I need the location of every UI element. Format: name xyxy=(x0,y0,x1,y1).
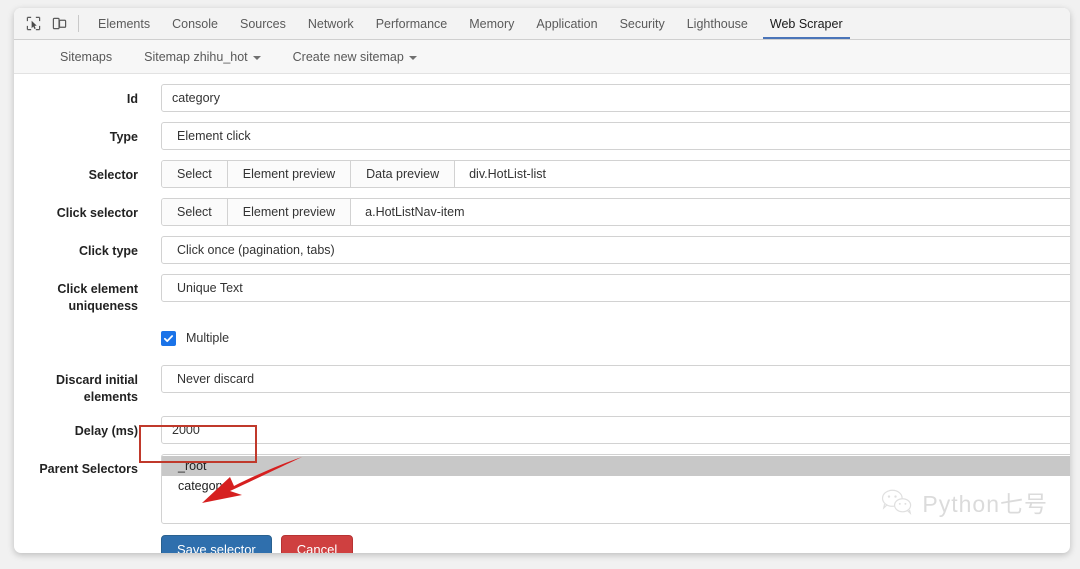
tab-label: Console xyxy=(172,16,218,31)
devtools-panel: Elements Console Sources Network Perform… xyxy=(14,8,1070,553)
toolbar-divider xyxy=(78,15,79,32)
click-selector-select-button[interactable]: Select xyxy=(162,199,228,225)
multiple-checkbox-label: Multiple xyxy=(186,331,230,345)
type-select[interactable]: Element click xyxy=(161,122,1070,150)
tab-label: Performance xyxy=(375,16,448,31)
click-element-uniqueness-value: Unique Text xyxy=(177,281,243,295)
nav-item-sitemaps[interactable]: Sitemaps xyxy=(44,50,128,64)
click-selector-element-preview-button[interactable]: Element preview xyxy=(227,199,352,225)
form-row-parent-selectors: Parent Selectors _root category xyxy=(14,454,1070,524)
devtools-tab-performance[interactable]: Performance xyxy=(365,8,459,39)
click-type-select-value: Click once (pagination, tabs) xyxy=(177,243,335,257)
tab-label: Network xyxy=(307,16,354,31)
nav-item-sitemap-zhihu-hot[interactable]: Sitemap zhihu_hot xyxy=(128,50,277,64)
selector-edit-form: Id category Type Element click Selector … xyxy=(14,74,1070,553)
form-row-click-type: Click type Click once (pagination, tabs) xyxy=(14,236,1070,264)
devtools-tab-bar: Elements Console Sources Network Perform… xyxy=(14,8,1070,40)
selector-input-value[interactable]: div.HotList-list xyxy=(455,161,1070,187)
parent-selector-option-root[interactable]: _root xyxy=(162,456,1070,476)
label-type: Type xyxy=(109,130,138,144)
label-delay: Delay (ms) xyxy=(74,424,138,438)
tab-label: Security xyxy=(619,16,665,31)
devtools-tab-elements[interactable]: Elements xyxy=(87,8,161,39)
delay-input[interactable]: 2000 xyxy=(161,416,1070,444)
cancel-button[interactable]: Cancel xyxy=(280,535,354,553)
discard-initial-elements-select[interactable]: Never discard xyxy=(161,365,1070,393)
tab-label: Sources xyxy=(239,16,286,31)
label-parent-selectors: Parent Selectors xyxy=(39,462,138,476)
tab-label: Memory xyxy=(469,16,515,31)
label-click-selector: Click selector xyxy=(56,206,138,220)
form-row-type: Type Element click xyxy=(14,122,1070,150)
webscraper-nav: Sitemaps Sitemap zhihu_hot Create new si… xyxy=(14,40,1070,74)
form-row-delay: Delay (ms) 2000 xyxy=(14,416,1070,444)
tab-label: Application xyxy=(536,16,598,31)
form-row-click-element-uniqueness: Click element uniqueness Unique Text xyxy=(14,274,1070,315)
devtools-tab-web-scraper[interactable]: Web Scraper xyxy=(759,8,854,39)
form-row-discard-initial-elements: Discard initial elements Never discard xyxy=(14,365,1070,406)
form-row-multiple: Multiple xyxy=(14,325,1070,351)
form-row-selector: Selector Select Element preview Data pre… xyxy=(14,160,1070,188)
chevron-down-icon xyxy=(408,55,417,60)
devtools-tab-security[interactable]: Security xyxy=(609,8,676,39)
label-selector: Selector xyxy=(88,168,138,182)
selector-input-group: Select Element preview Data preview div.… xyxy=(161,160,1070,188)
click-selector-input-value[interactable]: a.HotListNav-item xyxy=(351,199,1070,225)
label-multiple-spacer xyxy=(14,325,138,332)
parent-selectors-listbox[interactable]: _root category xyxy=(161,454,1070,524)
parent-selector-option-category[interactable]: category xyxy=(162,476,1070,496)
label-discard-initial-elements: Discard initial elements xyxy=(56,373,138,404)
devtools-tab-network[interactable]: Network xyxy=(297,8,365,39)
multiple-checkbox[interactable] xyxy=(161,330,176,346)
label-id: Id xyxy=(126,92,138,106)
chevron-down-icon xyxy=(252,55,261,60)
id-input-value: category xyxy=(172,91,220,105)
devtools-tab-console[interactable]: Console xyxy=(161,8,229,39)
nav-item-label: Create new sitemap xyxy=(292,49,404,64)
save-selector-button[interactable]: Save selector xyxy=(161,535,272,553)
type-select-value: Element click xyxy=(177,129,251,143)
devtools-tab-memory[interactable]: Memory xyxy=(458,8,525,39)
tab-label: Web Scraper xyxy=(769,16,843,31)
nav-item-create-new-sitemap[interactable]: Create new sitemap xyxy=(277,50,433,64)
selector-data-preview-button[interactable]: Data preview xyxy=(351,161,456,187)
selector-select-button[interactable]: Select xyxy=(162,161,228,187)
inspect-element-icon[interactable] xyxy=(20,8,46,39)
nav-item-label: Sitemap zhihu_hot xyxy=(144,49,248,64)
tab-label: Lighthouse xyxy=(686,16,748,31)
tab-label: Elements xyxy=(98,16,151,31)
click-type-select[interactable]: Click once (pagination, tabs) xyxy=(161,236,1070,264)
form-action-buttons: Save selector Cancel xyxy=(14,535,1070,553)
label-click-element-uniqueness: Click element uniqueness xyxy=(57,282,138,313)
click-element-uniqueness-select[interactable]: Unique Text xyxy=(161,274,1070,302)
discard-initial-elements-value: Never discard xyxy=(177,372,255,386)
devtools-tab-sources[interactable]: Sources xyxy=(229,8,297,39)
devtools-tab-lighthouse[interactable]: Lighthouse xyxy=(676,8,759,39)
click-selector-input-group: Select Element preview a.HotListNav-item xyxy=(161,198,1070,226)
id-input[interactable]: category xyxy=(161,84,1070,112)
delay-input-value: 2000 xyxy=(172,423,200,437)
device-toolbar-icon[interactable] xyxy=(46,8,72,39)
label-click-type: Click type xyxy=(78,244,138,258)
devtools-tab-application[interactable]: Application xyxy=(525,8,608,39)
selector-element-preview-button[interactable]: Element preview xyxy=(227,161,352,187)
multiple-checkbox-row: Multiple xyxy=(161,325,1070,351)
nav-item-label: Sitemaps xyxy=(60,49,113,64)
form-row-click-selector: Click selector Select Element preview a.… xyxy=(14,198,1070,226)
form-row-id: Id category xyxy=(14,84,1070,112)
